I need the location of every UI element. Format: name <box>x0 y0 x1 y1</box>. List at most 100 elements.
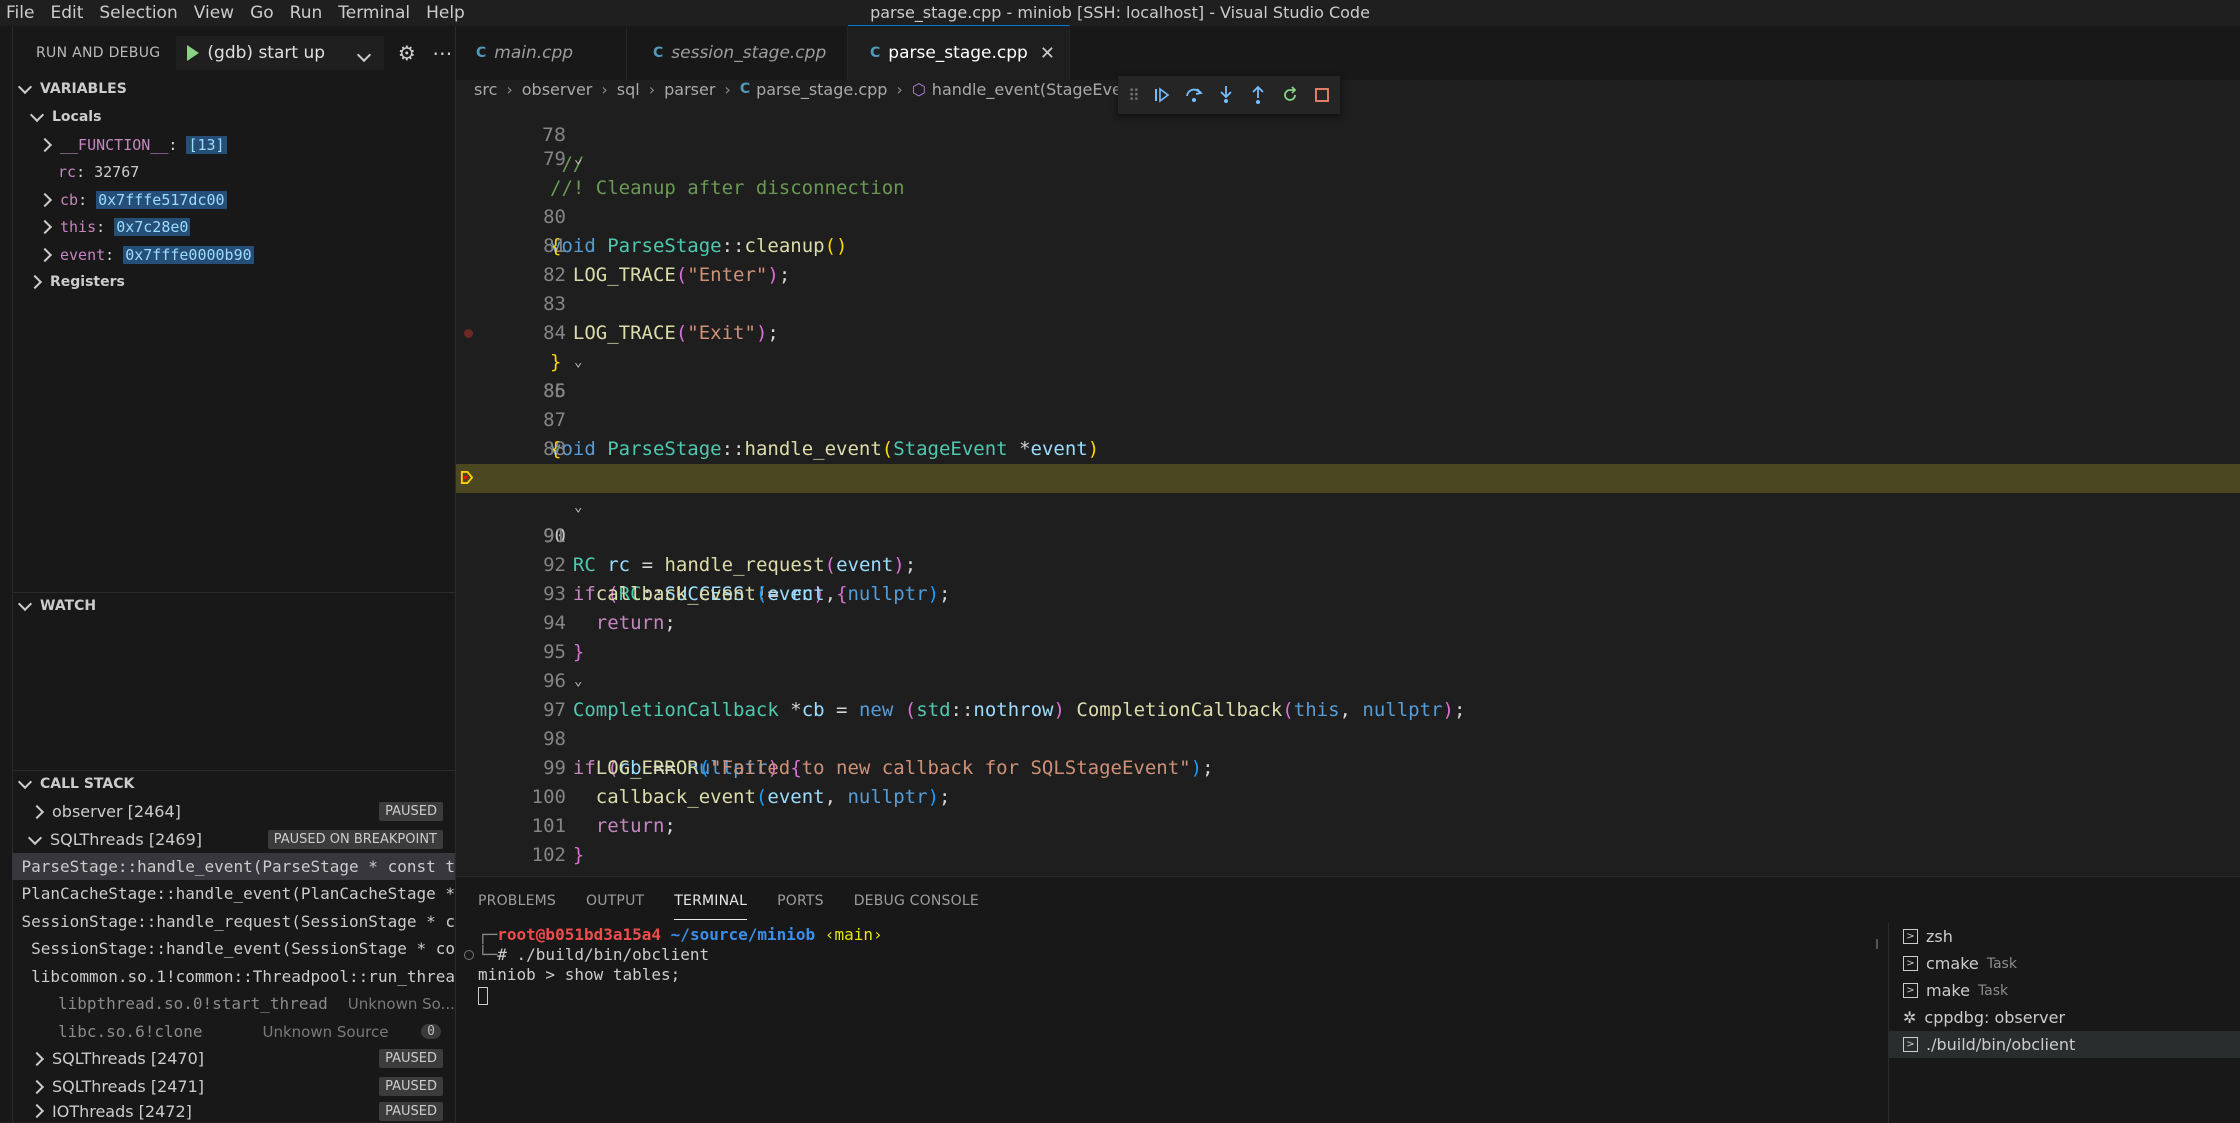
thread-row[interactable]: IOThreads [2472] PAUSED <box>12 1100 455 1122</box>
thread-row[interactable]: SQLThreads [2469] PAUSED ON BREAKPOINT <box>12 826 455 853</box>
drag-handle-icon[interactable]: ⠿ <box>1128 86 1140 105</box>
terminal-name: zsh <box>1926 927 1953 946</box>
thread-label: IOThreads [2472] <box>52 1101 192 1121</box>
step-into-icon[interactable] <box>1210 79 1242 111</box>
stack-frame[interactable]: ParseStage::handle_event(ParseStage * co… <box>12 853 455 880</box>
stack-frame[interactable]: SessionStage::handle_event(SessionStage … <box>12 935 455 962</box>
terminal-name: cppdbg: observer <box>1924 1008 2066 1027</box>
code-editor[interactable]: 78 // 79 //! Cleanup after disconnection… <box>456 106 2240 876</box>
launch-config-select[interactable]: (gdb) start up <box>176 36 385 70</box>
chevron-right-icon <box>29 1051 45 1066</box>
variable-row[interactable]: cb: 0x7fffe517dc00 <box>12 186 455 213</box>
code-line: 83 LOG_TRACE("Exit"); <box>456 261 2240 344</box>
variables-header[interactable]: VARIABLES <box>12 76 455 102</box>
variable-name: rc <box>58 162 77 181</box>
locals-scope[interactable]: Locals <box>12 103 467 130</box>
code-line: 98 LOG_ERROR("Failed to new callback for… <box>456 696 2240 779</box>
tab-debug-console[interactable]: DEBUG CONSOLE <box>854 883 979 919</box>
breadcrumb-item[interactable]: parser <box>664 80 715 99</box>
stack-frame[interactable]: libc.so.6!clone Unknown Source 0 <box>12 1018 455 1045</box>
chevron-down-icon <box>17 596 33 612</box>
terminal-cursor <box>478 986 488 1005</box>
editor-tab-bar: C main.cpp C session_stage.cpp C parse_s… <box>456 25 2240 80</box>
breadcrumb-item[interactable]: parse_stage.cpp <box>756 80 887 99</box>
thread-label: observer [2464] <box>52 802 181 821</box>
terminal-item-obclient[interactable]: > ./build/bin/obclient <box>1889 1031 2240 1058</box>
chevron-down-icon[interactable]: ⌄ <box>574 667 582 696</box>
stack-frame[interactable]: SessionStage::handle_request(SessionStag… <box>12 908 455 935</box>
stack-frame[interactable]: libpthread.so.0!start_thread Unknown So.… <box>12 990 455 1017</box>
menu-file[interactable]: File <box>0 3 42 23</box>
variable-value: 0x7c28e0 <box>114 217 191 236</box>
menu-terminal[interactable]: Terminal <box>330 3 418 23</box>
chevron-down-icon[interactable]: ⌄ <box>574 348 582 377</box>
tab-parse-stage-cpp[interactable]: C parse_stage.cpp ✕ <box>848 25 1070 80</box>
variable-row[interactable]: __FUNCTION__: [13] <box>12 131 455 158</box>
restart-icon[interactable] <box>1274 79 1306 111</box>
tab-ports[interactable]: PORTS <box>777 883 824 919</box>
debug-toolbar: RUN AND DEBUG (gdb) start up ⚙ ⋯ <box>12 26 455 80</box>
thread-row[interactable]: SQLThreads [2470] PAUSED <box>12 1045 455 1072</box>
terminal-output[interactable]: ┌─root@b051bd3a15a4 ~/source/miniob ‹mai… <box>478 925 1878 1115</box>
terminal-tag: Task <box>1986 955 2017 972</box>
chevron-down-icon[interactable]: ⌄ <box>574 145 582 174</box>
variable-row[interactable]: event: 0x7fffe0000b90 <box>12 241 455 268</box>
terminal-icon: > <box>1903 929 1918 944</box>
thread-state-badge: PAUSED <box>379 802 443 821</box>
ellipsis-icon[interactable]: ⋯ <box>430 40 455 66</box>
variable-row[interactable]: rc: 32767 <box>12 158 455 185</box>
breadcrumb: src › observer › sql › parser › C parse_stag… <box>456 79 2240 99</box>
terminal-command: # ./build/bin/obclient <box>497 945 710 964</box>
breadcrumb-item[interactable]: sql <box>617 80 640 99</box>
thread-state-badge: PAUSED ON BREAKPOINT <box>267 830 443 849</box>
terminal-icon: > <box>1903 983 1918 998</box>
menu-run[interactable]: Run <box>282 3 331 23</box>
code-line: 100 return; <box>456 754 2240 837</box>
menu-edit[interactable]: Edit <box>42 3 91 23</box>
tab-output[interactable]: OUTPUT <box>586 883 644 919</box>
continue-icon[interactable] <box>1146 79 1178 111</box>
stack-frame[interactable]: PlanCacheStage::handle_event(PlanCacheSt… <box>12 880 455 907</box>
terminal-item-make[interactable]: > make Task <box>1889 977 2240 1004</box>
tab-problems[interactable]: PROBLEMS <box>478 883 556 919</box>
frame-label: libcommon.so.1!common::Threadpool::run_t… <box>31 967 455 986</box>
watch-header[interactable]: WATCH <box>12 593 455 619</box>
step-out-icon[interactable] <box>1242 79 1274 111</box>
terminal-item-cppdbg[interactable]: ✲ cppdbg: observer <box>1889 1004 2240 1031</box>
terminal-scrollbar[interactable] <box>1876 939 1878 949</box>
close-icon[interactable]: ✕ <box>1040 43 1055 64</box>
code-line: 86 ⌄ void ParseStage::handle_event(Stage… <box>456 348 2240 460</box>
breadcrumb-item[interactable]: src <box>474 80 497 99</box>
menu-selection[interactable]: Selection <box>91 3 185 23</box>
frame-label: PlanCacheStage::handle_event(PlanCacheSt… <box>21 884 455 903</box>
breakpoint-hint-icon[interactable] <box>464 329 473 338</box>
stop-icon[interactable] <box>1306 79 1338 111</box>
terminal-item-zsh[interactable]: > zsh <box>1889 923 2240 950</box>
registers-scope[interactable]: Registers <box>12 268 467 295</box>
chevron-right-icon <box>37 247 53 262</box>
breadcrumb-item[interactable]: observer <box>522 80 593 99</box>
variable-value: 0x7fffe517dc00 <box>96 190 227 209</box>
chevron-right-icon <box>37 219 53 234</box>
menu-view[interactable]: View <box>186 3 242 23</box>
step-over-icon[interactable] <box>1178 79 1210 111</box>
chevron-right-icon: › <box>896 79 903 99</box>
frame-source: Unknown Source <box>262 1022 389 1041</box>
chevron-down-icon[interactable]: ⌄ <box>574 493 582 522</box>
tab-session-stage-cpp[interactable]: C session_stage.cpp <box>627 26 848 80</box>
chevron-down-icon[interactable] <box>357 47 372 63</box>
play-icon[interactable] <box>187 45 200 61</box>
panel-tab-bar: PROBLEMS OUTPUT TERMINAL PORTS DEBUG CON… <box>478 877 1009 925</box>
terminal-item-cmake[interactable]: > cmake Task <box>1889 950 2240 977</box>
menu-go[interactable]: Go <box>242 3 282 23</box>
call-stack-header[interactable]: CALL STACK <box>12 771 455 797</box>
menu-help[interactable]: Help <box>418 3 473 23</box>
thread-row[interactable]: observer [2464] PAUSED <box>12 798 455 825</box>
tab-terminal[interactable]: TERMINAL <box>674 883 748 920</box>
tab-main-cpp[interactable]: C main.cpp <box>456 26 627 80</box>
stack-frame[interactable]: libcommon.so.1!common::Threadpool::run_t… <box>12 963 455 990</box>
thread-row[interactable]: SQLThreads [2471] PAUSED <box>12 1073 455 1100</box>
thread-label: SQLThreads [2471] <box>52 1077 205 1096</box>
gear-icon[interactable]: ⚙ <box>394 40 419 66</box>
variable-row[interactable]: this: 0x7c28e0 <box>12 213 455 240</box>
